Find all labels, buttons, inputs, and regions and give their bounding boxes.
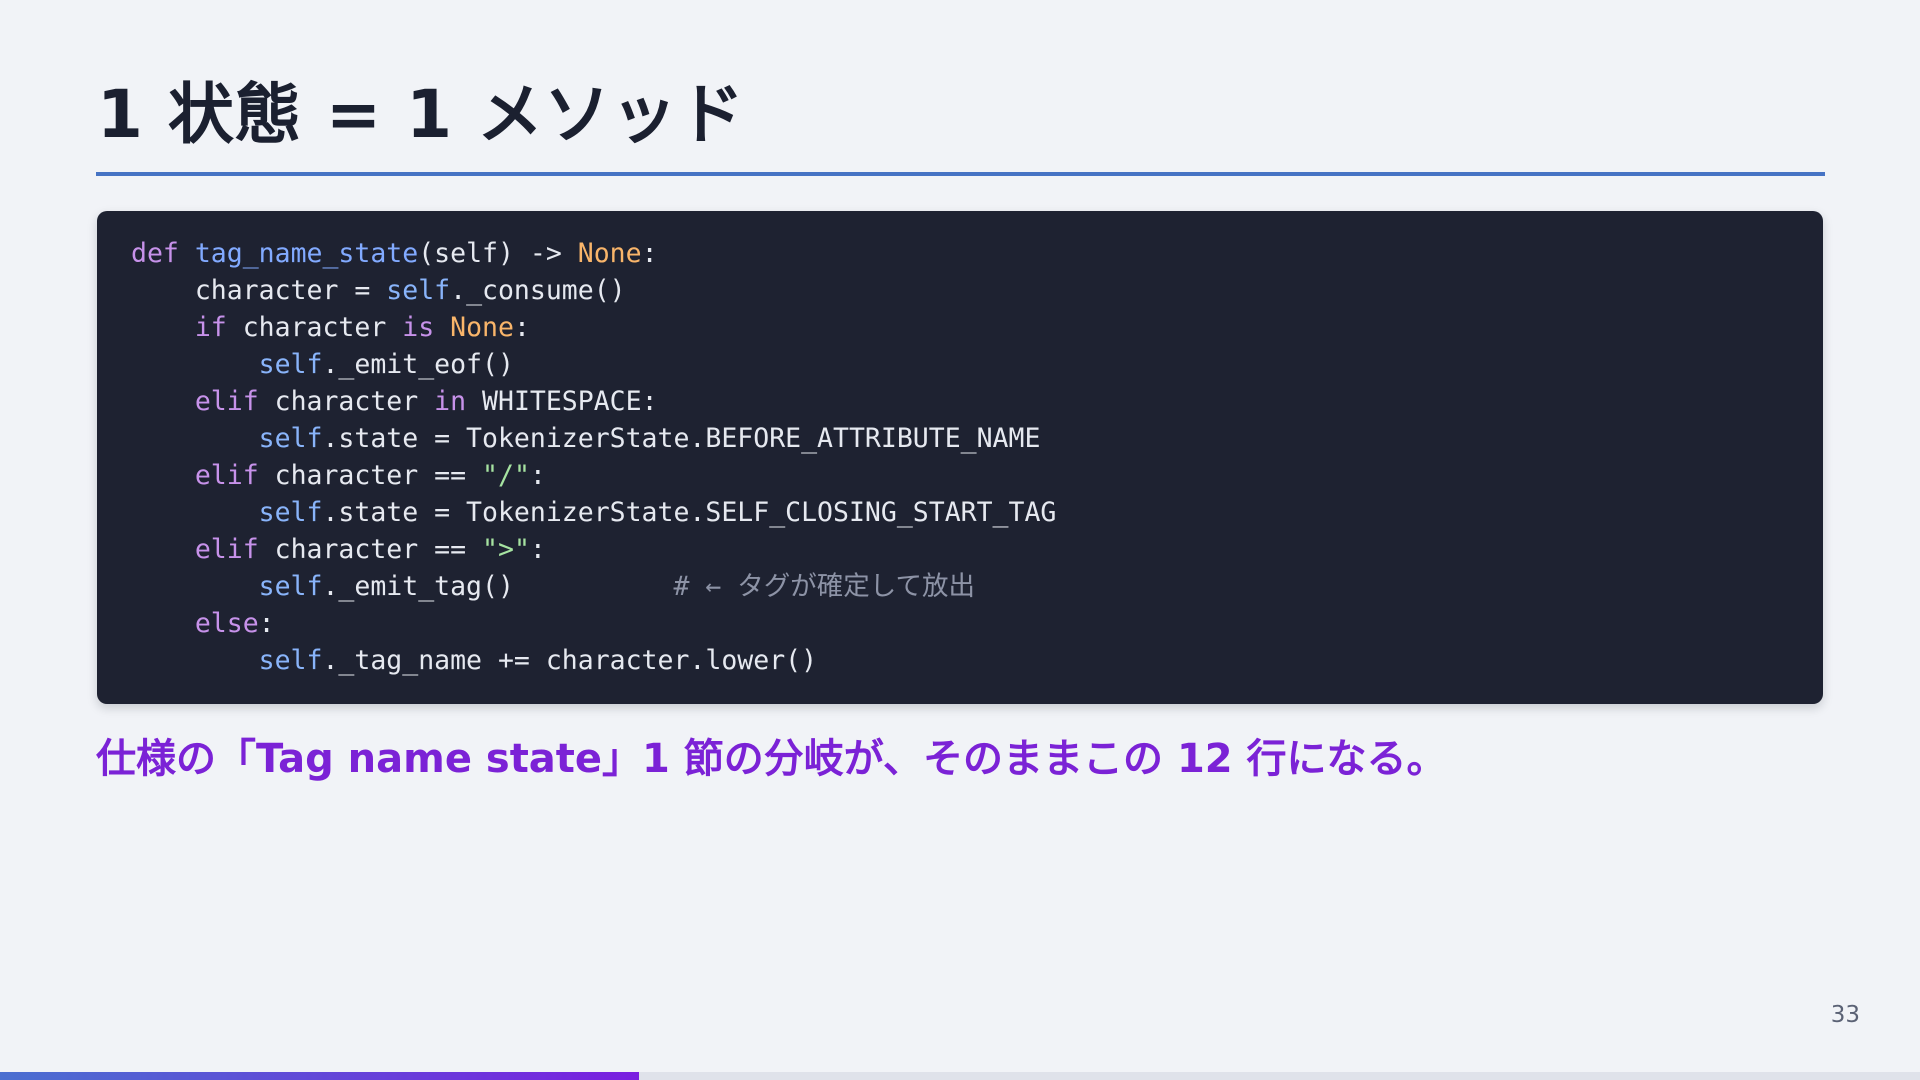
code-token: :: [513, 312, 530, 343]
code-token: character: [226, 312, 403, 343]
code-token: (self) ->: [418, 238, 578, 269]
code-line: self._emit_eof(): [131, 346, 1789, 383]
code-token: ._consume(): [450, 275, 626, 306]
code-token: is: [402, 312, 435, 343]
code-token: in: [434, 386, 467, 417]
code-token: elif: [194, 460, 259, 491]
progress-bar: [0, 1072, 1920, 1080]
title-underline: [96, 172, 1825, 176]
code-token: ._emit_tag(): [322, 571, 674, 602]
code-token: WHITESPACE:: [466, 386, 658, 417]
slide-caption: 仕様の「Tag name state」1 節の分岐が、そのままこの 12 行にな…: [96, 736, 1447, 782]
code-line: self._emit_tag() # ← タグが確定して放出: [131, 568, 1789, 605]
code-line: def tag_name_state(self) -> None:: [131, 235, 1789, 272]
code-token: elif: [194, 534, 259, 565]
code-token: def: [131, 238, 179, 269]
slide: 1 状態 = 1 メソッド def tag_name_state(self) -…: [0, 0, 1920, 1080]
code-token: :: [641, 238, 658, 269]
code-token: self: [386, 275, 451, 306]
code-token: .state = TokenizerState.SELF_CLOSING_STA…: [322, 497, 1057, 528]
code-token: character ==: [258, 460, 483, 491]
page-number: 33: [1830, 1002, 1860, 1028]
code-token: self: [258, 571, 323, 602]
code-line: elif character == ">":: [131, 531, 1789, 568]
code-token: None: [577, 238, 642, 269]
code-token: :: [529, 534, 546, 565]
code-line: elif character in WHITESPACE:: [131, 383, 1789, 420]
code-line: self.state = TokenizerState.BEFORE_ATTRI…: [131, 420, 1789, 457]
code-token: character: [258, 386, 435, 417]
code-token: elif: [194, 386, 259, 417]
code-token: ._tag_name += character.lower(): [322, 645, 818, 676]
code-line: self.state = TokenizerState.SELF_CLOSING…: [131, 494, 1789, 531]
code-token: character =: [131, 275, 387, 306]
code-token: if: [194, 312, 227, 343]
code-token: tag_name_state: [194, 238, 419, 269]
code-line: character = self._consume(): [131, 272, 1789, 309]
code-block: def tag_name_state(self) -> None: charac…: [97, 211, 1823, 704]
progress-bar-fill: [0, 1072, 640, 1080]
code-token: :: [258, 608, 275, 639]
code-token: ._emit_eof(): [322, 349, 514, 380]
code-token: self: [258, 349, 323, 380]
code-token: else: [194, 608, 259, 639]
code-token: character ==: [258, 534, 483, 565]
code-token: self: [258, 423, 323, 454]
code-token: ">": [482, 534, 530, 565]
code-token: :: [529, 460, 546, 491]
code-token: self: [258, 497, 323, 528]
code-token: # ← タグが確定して放出: [673, 571, 975, 602]
code-line: self._tag_name += character.lower(): [131, 642, 1789, 679]
code-token: .state = TokenizerState.BEFORE_ATTRIBUTE…: [322, 423, 1041, 454]
slide-title: 1 状態 = 1 メソッド: [97, 76, 746, 153]
code-line: elif character == "/":: [131, 457, 1789, 494]
code-token: None: [450, 312, 514, 343]
code-line: else:: [131, 605, 1789, 642]
code-line: if character is None:: [131, 309, 1789, 346]
code-token: "/": [482, 460, 530, 491]
code-token: self: [258, 645, 323, 676]
code-content: def tag_name_state(self) -> None: charac…: [131, 235, 1789, 679]
